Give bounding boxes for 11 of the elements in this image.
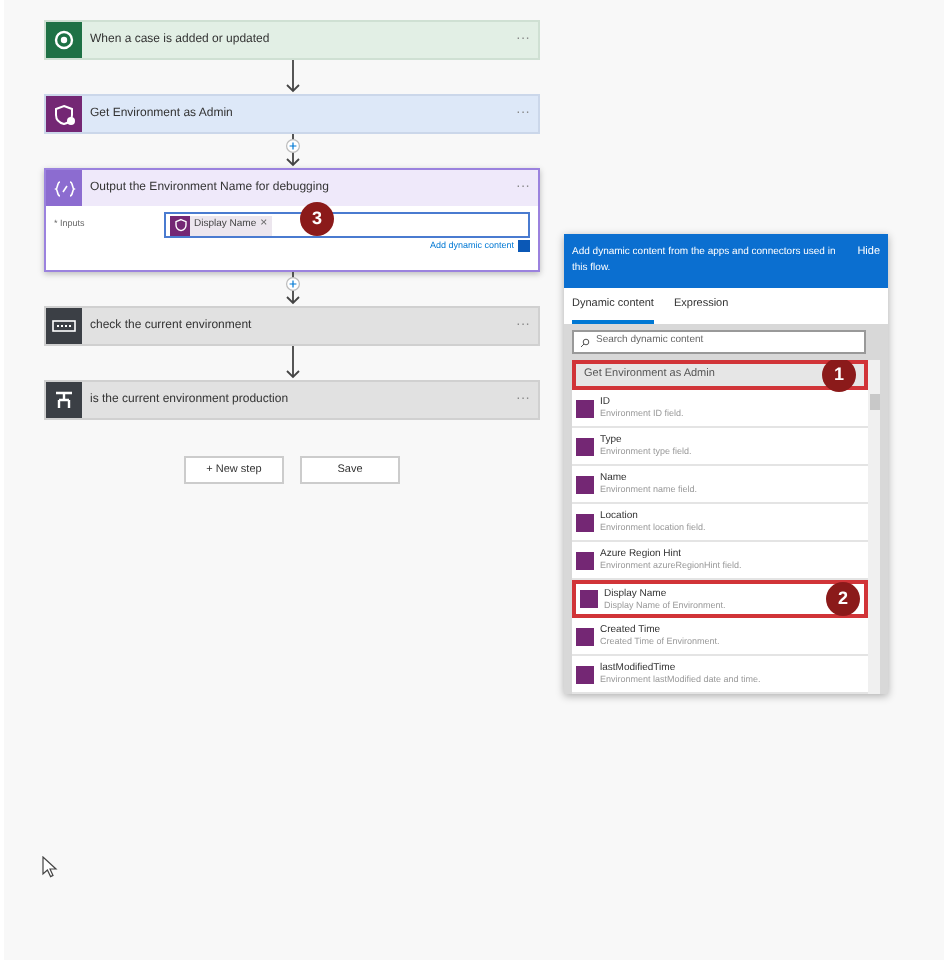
circle-logo-icon xyxy=(54,30,74,50)
braces-icon xyxy=(53,179,75,197)
numbered-callout: 1 xyxy=(822,360,856,392)
scrollbar[interactable] xyxy=(868,360,880,694)
dynamic-content-icon[interactable] xyxy=(518,240,530,253)
search-icon xyxy=(580,337,590,347)
numbered-callout: 2 xyxy=(826,582,860,616)
shield-gear-icon xyxy=(53,103,75,125)
mouse-pointer-icon xyxy=(42,856,58,878)
condition-icon xyxy=(54,390,74,410)
variable-icon xyxy=(52,320,76,332)
